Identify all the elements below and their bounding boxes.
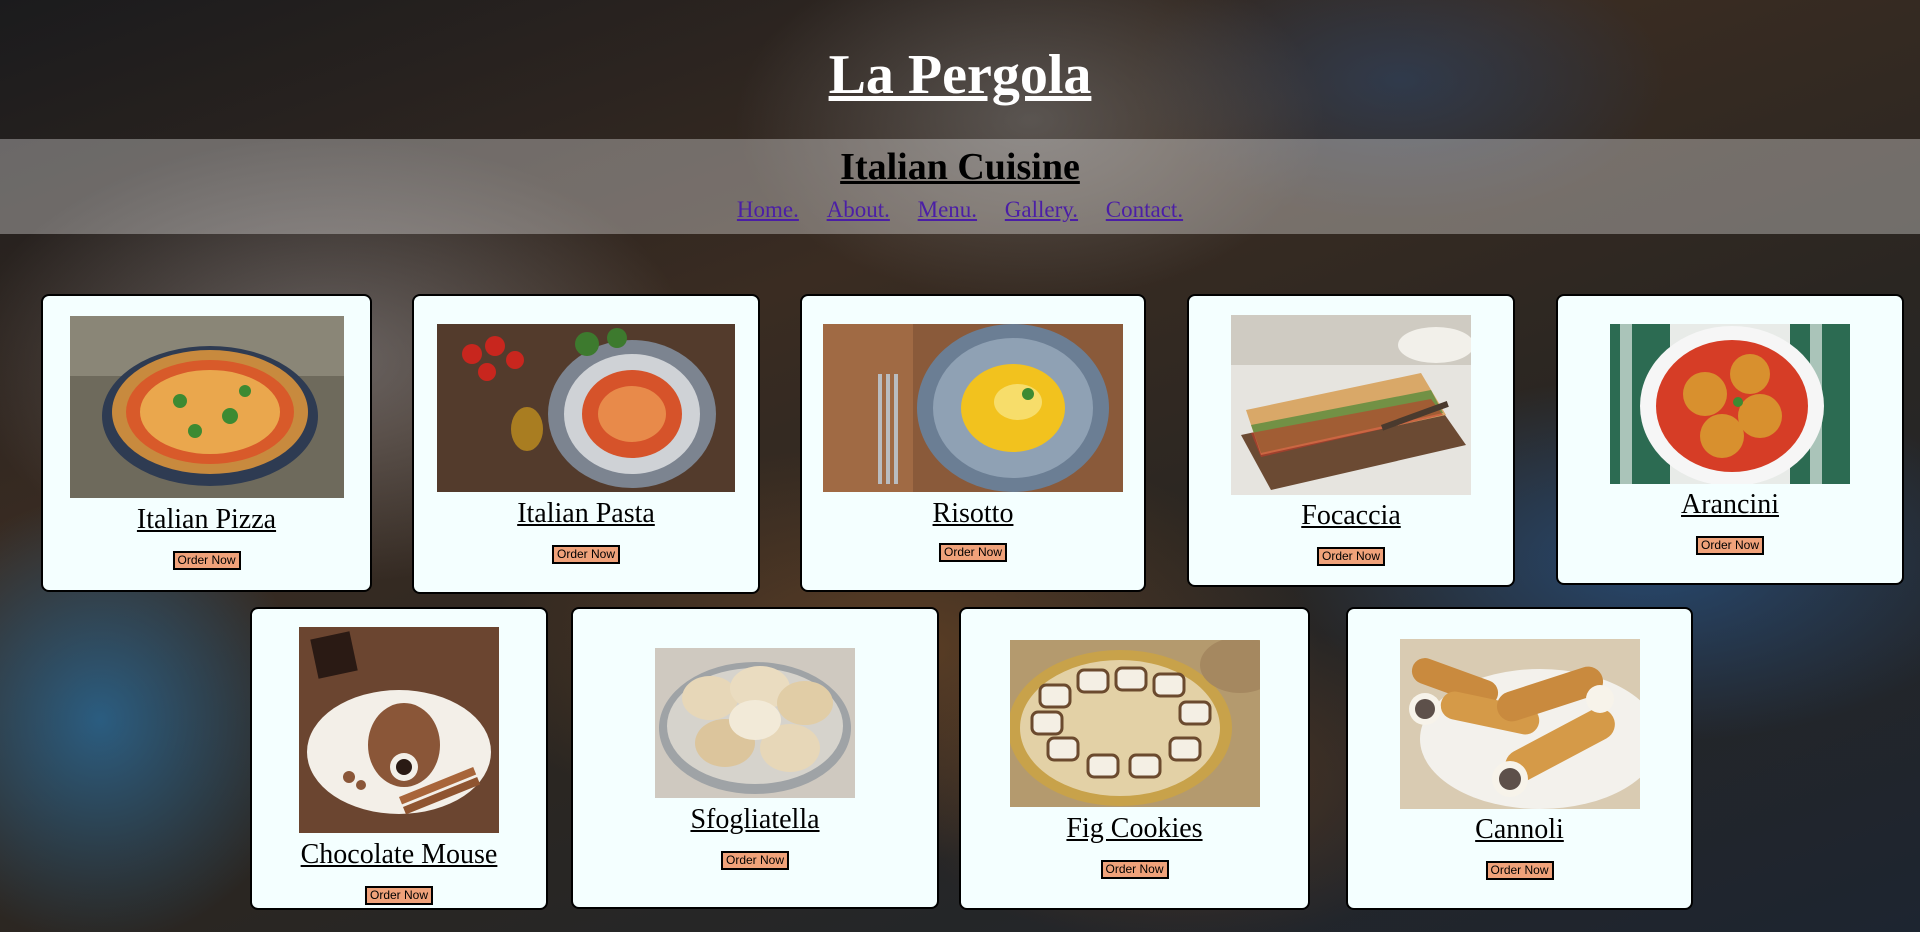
sfogliatella-image <box>655 648 855 798</box>
menu-item-title[interactable]: Italian Pizza <box>43 503 370 537</box>
main-nav: Home. About. Menu. Gallery. Contact. <box>0 195 1920 225</box>
menu-card-sfogliatella: Sfogliatella Order Now <box>571 607 939 909</box>
order-now-button[interactable]: Order Now <box>551 545 621 564</box>
chocolate-mouse-image <box>299 627 499 833</box>
order-now-button[interactable]: Order Now <box>172 551 241 570</box>
cannoli-image <box>1399 639 1640 809</box>
nav-link-gallery[interactable]: Gallery. <box>1005 197 1078 222</box>
fig-cookies-image <box>1009 640 1260 807</box>
pasta-image <box>437 324 735 492</box>
order-now-button[interactable]: Order Now <box>720 851 790 870</box>
order-now-button[interactable]: Order Now <box>1316 547 1386 566</box>
menu-card-pasta: Italian Pasta Order Now <box>412 294 760 594</box>
menu-card-cannoli: Cannoli Order Now <box>1346 607 1693 910</box>
menu-card-risotto: Risotto Order Now <box>800 294 1146 592</box>
order-now-button[interactable]: Order Now <box>1485 861 1554 880</box>
menu-item-title[interactable]: Arancini <box>1558 488 1902 522</box>
menu-item-title[interactable]: Sfogliatella <box>573 803 937 837</box>
nav-link-contact[interactable]: Contact. <box>1106 197 1183 222</box>
arancini-image <box>1610 324 1850 484</box>
nav-link-about[interactable]: About. <box>827 197 890 222</box>
nav-link-home[interactable]: Home. <box>737 197 799 222</box>
pizza-image <box>69 316 344 498</box>
nav-link-menu[interactable]: Menu. <box>918 197 977 222</box>
order-now-button[interactable]: Order Now <box>1100 860 1169 879</box>
menu-item-title[interactable]: Risotto <box>802 497 1144 531</box>
menu-item-title[interactable]: Fig Cookies <box>961 812 1308 846</box>
menu-card-fig-cookies: Fig Cookies Order Now <box>959 607 1310 910</box>
order-now-button[interactable]: Order Now <box>938 543 1008 562</box>
order-now-button[interactable]: Order Now <box>1695 536 1765 555</box>
menu-item-title[interactable]: Focaccia <box>1189 499 1513 533</box>
menu-card-focaccia: Focaccia Order Now <box>1187 294 1515 587</box>
menu-item-title[interactable]: Italian Pasta <box>414 497 758 531</box>
risotto-image <box>823 324 1123 492</box>
menu-item-title[interactable]: Cannoli <box>1348 813 1691 847</box>
menu-item-title[interactable]: Chocolate Mouse <box>252 838 546 872</box>
header-banner: Italian Cuisine Home. About. Menu. Galle… <box>0 139 1920 234</box>
focaccia-image <box>1231 315 1471 495</box>
menu-card-arancini: Arancini Order Now <box>1556 294 1904 585</box>
order-now-button[interactable]: Order Now <box>364 886 434 905</box>
menu-card-pizza: Italian Pizza Order Now <box>41 294 372 592</box>
site-title: La Pergola <box>828 44 1092 106</box>
menu-card-chocolate-mouse: Chocolate Mouse Order Now <box>250 607 548 910</box>
site-subtitle: Italian Cuisine <box>840 146 1080 188</box>
